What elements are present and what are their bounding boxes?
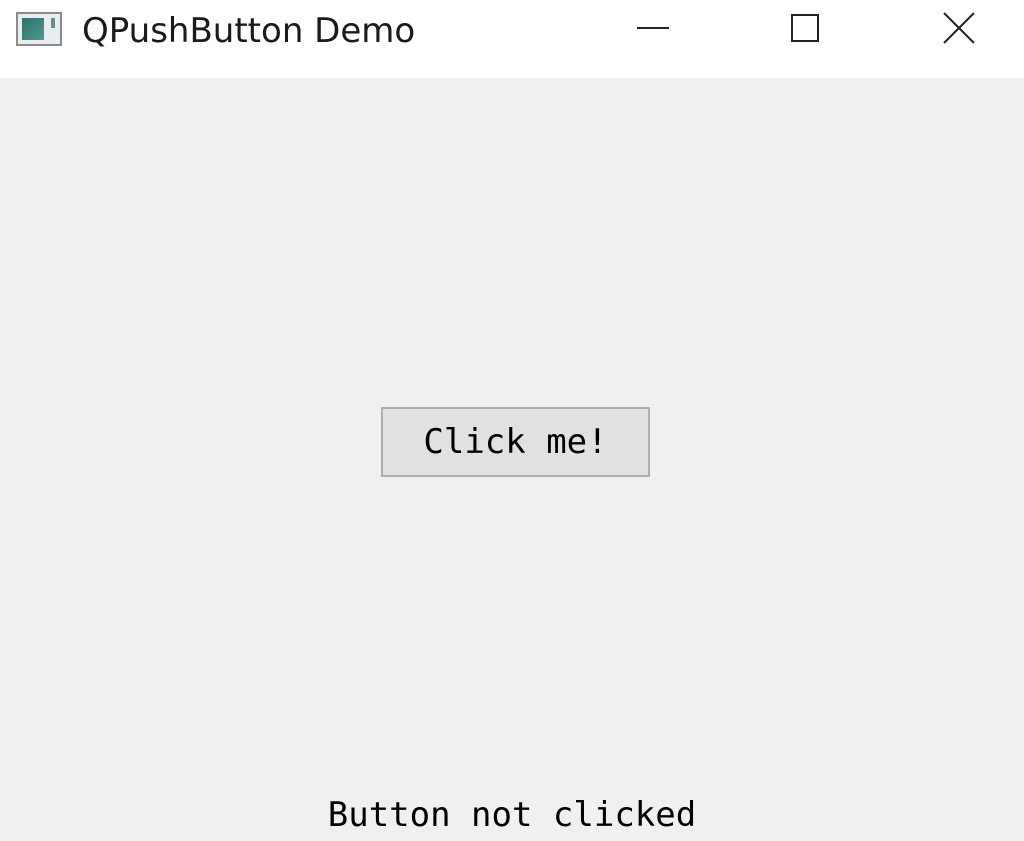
window-title: QPushButton Demo — [82, 11, 416, 51]
title-bar[interactable]: QPushButton Demo — [0, 0, 1024, 78]
click-me-button[interactable]: Click me! — [381, 407, 650, 477]
app-window: QPushButton Demo Click me! Button not cl… — [0, 0, 1024, 841]
close-button[interactable] — [914, 0, 1004, 60]
maximize-button[interactable] — [760, 0, 850, 60]
app-icon-pane — [22, 18, 44, 40]
minimize-icon — [637, 27, 669, 29]
minimize-button[interactable] — [608, 0, 698, 60]
status-label: Button not clicked — [327, 795, 697, 835]
maximize-icon — [791, 14, 819, 42]
close-icon — [943, 12, 975, 44]
app-window-icon[interactable] — [16, 12, 62, 46]
app-icon-bar — [51, 18, 55, 28]
